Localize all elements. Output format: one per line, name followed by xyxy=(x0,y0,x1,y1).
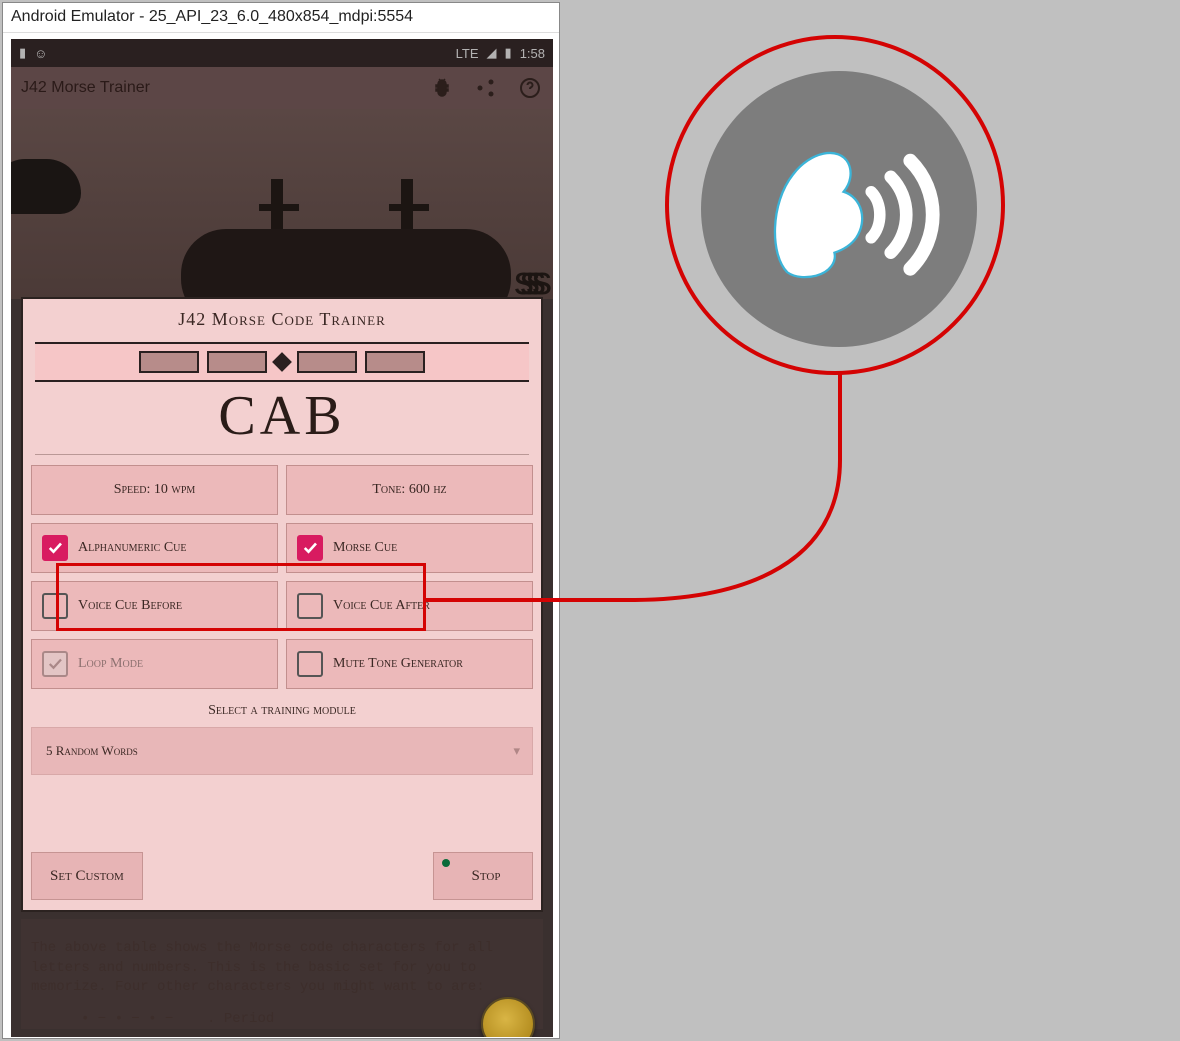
checkbox-label: Mute Tone Generator xyxy=(333,656,463,672)
bug-icon[interactable] xyxy=(429,75,455,101)
speed-label: Speed: 10 wpm xyxy=(114,482,196,498)
checkbox-icon xyxy=(297,535,323,561)
trainer-card: J42 Morse Code Trainer CAB Speed: 10 wpm… xyxy=(21,297,543,912)
app-bar: J42 Morse Trainer xyxy=(11,67,553,109)
checkbox-morse-cue[interactable]: Morse Cue xyxy=(286,523,533,573)
signal-icon: ◢ xyxy=(487,45,497,61)
module-header: Select a training module xyxy=(23,697,541,723)
bullet-period: . Period xyxy=(207,1011,274,1027)
debug-icon: ☺ xyxy=(34,46,47,61)
network-icon: LTE xyxy=(456,46,479,61)
checkbox-label: Voice Cue Before xyxy=(78,598,182,614)
checkbox-loop-mode: Loop Mode xyxy=(31,639,278,689)
speed-button[interactable]: Speed: 10 wpm xyxy=(31,465,278,515)
card-title: J42 Morse Code Trainer xyxy=(23,299,541,342)
tone-label: Tone: 600 hz xyxy=(372,482,446,498)
tone-button[interactable]: Tone: 600 hz xyxy=(286,465,533,515)
checkbox-icon xyxy=(42,593,68,619)
cue-display: CAB xyxy=(35,382,529,455)
checkbox-label: Alphanumeric Cue xyxy=(78,540,187,556)
hero-illustration: ssss xyxy=(11,109,553,299)
sd-card-icon: ▮ xyxy=(19,45,26,61)
module-selected: 5 Random Words xyxy=(46,743,138,759)
emulator-titlebar: Android Emulator - 25_API_23_6.0_480x854… xyxy=(3,3,559,33)
share-icon[interactable] xyxy=(473,75,499,101)
morse-strip xyxy=(35,342,529,382)
clock: 1:58 xyxy=(520,46,545,61)
checkbox-icon xyxy=(42,535,68,561)
app-title: J42 Morse Trainer xyxy=(21,79,150,97)
phone-screen: ▮ ☺ LTE ◢ ▮ 1:58 J42 Morse Trainer xyxy=(11,39,553,1037)
checkbox-label: Morse Cue xyxy=(333,540,397,556)
set-custom-button[interactable]: Set Custom xyxy=(31,852,143,900)
help-icon[interactable] xyxy=(517,75,543,101)
checkbox-icon xyxy=(42,651,68,677)
battery-icon: ▮ xyxy=(505,45,512,61)
annotation-callout xyxy=(665,35,1005,375)
checkbox-label: Voice Cue After xyxy=(333,598,430,614)
checkbox-mute-tone[interactable]: Mute Tone Generator xyxy=(286,639,533,689)
instruction-text: The above table shows the Morse code cha… xyxy=(21,919,543,1029)
morse-period: • − • − • − xyxy=(81,1011,173,1027)
voice-icon xyxy=(701,71,977,347)
checkbox-label: Loop Mode xyxy=(78,656,143,672)
module-dropdown[interactable]: 5 Random Words xyxy=(31,727,533,775)
checkbox-voice-cue-after[interactable]: Voice Cue After xyxy=(286,581,533,631)
android-status-bar: ▮ ☺ LTE ◢ ▮ 1:58 xyxy=(11,39,553,67)
checkbox-icon xyxy=(297,651,323,677)
checkbox-alphanumeric-cue[interactable]: Alphanumeric Cue xyxy=(31,523,278,573)
stop-button[interactable]: Stop xyxy=(433,852,533,900)
emulator-window: Android Emulator - 25_API_23_6.0_480x854… xyxy=(2,2,560,1039)
checkbox-icon xyxy=(297,593,323,619)
emulator-title: Android Emulator - 25_API_23_6.0_480x854… xyxy=(11,8,413,25)
checkbox-voice-cue-before[interactable]: Voice Cue Before xyxy=(31,581,278,631)
instruction-para: The above table shows the Morse code cha… xyxy=(31,939,533,998)
